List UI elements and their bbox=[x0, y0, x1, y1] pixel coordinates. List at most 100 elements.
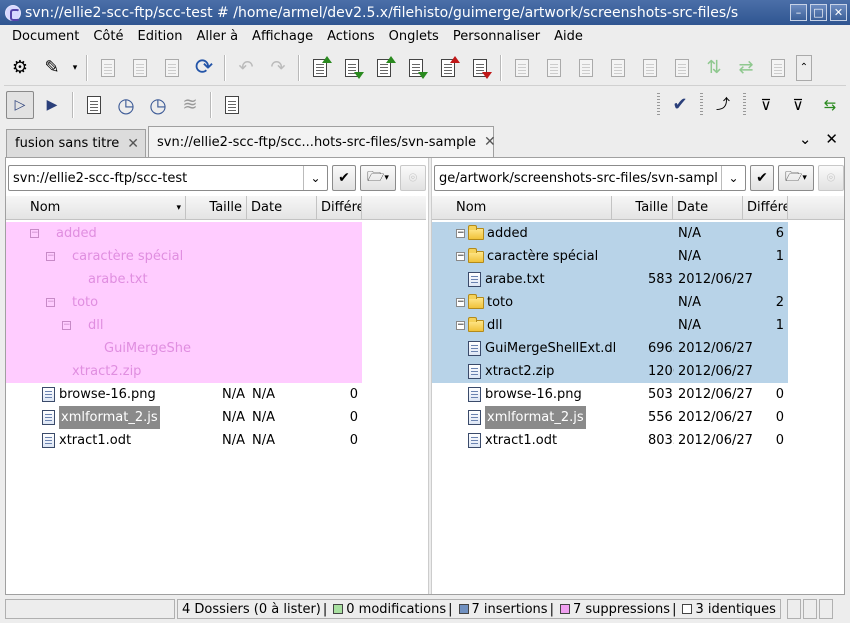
chevron-down-icon[interactable]: ⌄ bbox=[303, 166, 327, 190]
collapse-icon[interactable]: − bbox=[30, 229, 39, 238]
minimize-button[interactable]: – bbox=[790, 4, 807, 21]
prev-diff-button[interactable] bbox=[370, 54, 398, 82]
toolbar-grip[interactable] bbox=[700, 93, 703, 117]
tree-row[interactable]: xtract1.odt 8032 2012/06/27 0 bbox=[432, 429, 788, 452]
tree-row[interactable]: − added N/A 6 bbox=[432, 222, 788, 245]
last-diff-button[interactable] bbox=[338, 54, 366, 82]
menu-personnaliser[interactable]: Personnaliser bbox=[446, 29, 547, 44]
parent-folder-button[interactable]: ⤴ bbox=[709, 91, 737, 119]
tree-row[interactable]: xtract2.zip bbox=[6, 360, 362, 383]
close-tab-icon[interactable]: ✕ bbox=[484, 134, 496, 150]
merge-button[interactable] bbox=[636, 54, 664, 82]
close-tab-icon[interactable]: ✕ bbox=[127, 136, 139, 152]
left-path-input[interactable] bbox=[9, 167, 303, 189]
wizard-button[interactable]: ✎ bbox=[38, 54, 66, 82]
toolbar-grip[interactable] bbox=[657, 93, 660, 117]
tree-row[interactable]: xtract2.zip 1206 2012/06/27 bbox=[432, 360, 788, 383]
title-bar[interactable]: svn://ellie2-scc-ftp/scc-test # /home/ar… bbox=[0, 0, 850, 25]
tree-row[interactable]: browse-16.png 503 2012/06/27 0 bbox=[432, 383, 788, 406]
right-glasses-button[interactable]: ⌾ bbox=[818, 165, 844, 191]
column-date-header[interactable]: Date bbox=[673, 196, 743, 220]
column-diff-header[interactable]: Différe bbox=[317, 196, 362, 220]
collapse-icon[interactable]: − bbox=[46, 298, 55, 307]
collapse-icon[interactable]: − bbox=[456, 298, 465, 307]
first-diff-button[interactable] bbox=[306, 54, 334, 82]
tree-row[interactable]: − added bbox=[6, 222, 362, 245]
right-validate-button[interactable]: ✔ bbox=[750, 165, 774, 191]
merge-all-button[interactable] bbox=[668, 54, 696, 82]
tree-row[interactable]: xtract1.odt N/A N/A 0 bbox=[6, 429, 362, 452]
copy-right-button[interactable] bbox=[540, 54, 568, 82]
history-compare-button[interactable]: ◷ bbox=[144, 91, 172, 119]
left-glasses-button[interactable]: ⌾ bbox=[400, 165, 426, 191]
tab-list-icon[interactable]: ⌄ bbox=[799, 130, 812, 148]
tree-row[interactable]: arabe.txt bbox=[6, 268, 362, 291]
tree-row[interactable]: − caractère spécial N/A 1 bbox=[432, 245, 788, 268]
copy-all-left-button[interactable] bbox=[572, 54, 600, 82]
undo-button[interactable]: ↶ bbox=[232, 54, 260, 82]
move-button[interactable]: ⇅ bbox=[700, 54, 728, 82]
left-validate-button[interactable]: ✔ bbox=[332, 165, 356, 191]
menu-cote[interactable]: Côté bbox=[86, 29, 130, 44]
tab-fusion-sans-titre[interactable]: fusion sans titre ✕ bbox=[6, 129, 146, 157]
tree-row[interactable]: browse-16.png N/A N/A 0 bbox=[6, 383, 362, 406]
tree-row[interactable]: − toto N/A 2 bbox=[432, 291, 788, 314]
left-browse-button[interactable]: 🗁 ▾ bbox=[360, 165, 396, 191]
maximize-button[interactable]: □ bbox=[810, 4, 827, 21]
tree-row[interactable]: xmlformat_2.js 556 2012/06/27 0 bbox=[432, 406, 788, 429]
delete-button[interactable] bbox=[764, 54, 792, 82]
collapse-icon[interactable]: − bbox=[456, 321, 465, 330]
history-button[interactable]: ◷ bbox=[112, 91, 140, 119]
column-size-header[interactable]: Taille bbox=[612, 196, 673, 220]
redo-button[interactable]: ↷ bbox=[264, 54, 292, 82]
save-as-button[interactable] bbox=[158, 54, 186, 82]
wizard-dropdown[interactable]: ▾ bbox=[70, 54, 80, 82]
refresh-button[interactable]: ⟳ bbox=[190, 54, 218, 82]
sync-button[interactable]: ≋ bbox=[176, 91, 204, 119]
collapse-icon[interactable]: − bbox=[62, 321, 71, 330]
column-name-header[interactable]: Nom bbox=[432, 196, 612, 220]
right-path-combo[interactable]: ⌄ bbox=[434, 165, 746, 191]
save-button[interactable] bbox=[94, 54, 122, 82]
next-conflict-button[interactable] bbox=[466, 54, 494, 82]
filter-button[interactable]: ⊽ bbox=[752, 91, 780, 119]
tab-svn-sample[interactable]: svn://ellie2-scc-ftp/scc...hots-src-file… bbox=[148, 126, 496, 157]
next-diff-button[interactable] bbox=[402, 54, 430, 82]
copy-all-right-button[interactable] bbox=[604, 54, 632, 82]
menu-edition[interactable]: Edition bbox=[131, 29, 190, 44]
tree-row[interactable]: GuiMergeShe bbox=[6, 337, 362, 360]
close-all-tabs-icon[interactable]: ✕ bbox=[825, 130, 838, 148]
menu-actions[interactable]: Actions bbox=[320, 29, 382, 44]
menu-document[interactable]: Document bbox=[5, 29, 86, 44]
tree-row[interactable]: − caractère spécial bbox=[6, 245, 362, 268]
prev-conflict-button[interactable] bbox=[434, 54, 462, 82]
tree-row[interactable]: GuiMergeShellExt.dl 69632 2012/06/27 bbox=[432, 337, 788, 360]
column-size-header[interactable]: Taille bbox=[186, 196, 247, 220]
column-diff-header[interactable]: Différe bbox=[743, 196, 788, 220]
move-all-button[interactable]: ⇄ bbox=[732, 54, 760, 82]
close-button[interactable]: ✕ bbox=[830, 4, 847, 21]
menu-affichage[interactable]: Affichage bbox=[245, 29, 320, 44]
toolbar-overflow-button[interactable]: ⌃ bbox=[796, 54, 812, 81]
tree-row[interactable]: xmlformat_2.js N/A N/A 0 bbox=[6, 406, 362, 429]
compare-mode-button[interactable]: ▷ bbox=[6, 91, 34, 119]
collapse-icon[interactable]: − bbox=[456, 252, 465, 261]
properties-button[interactable] bbox=[218, 91, 246, 119]
right-browse-button[interactable]: 🗁 ▾ bbox=[778, 165, 814, 191]
menu-aller-a[interactable]: Aller à bbox=[189, 29, 245, 44]
menu-onglets[interactable]: Onglets bbox=[382, 29, 446, 44]
collapse-icon[interactable]: − bbox=[46, 252, 55, 261]
tree-row[interactable]: − toto bbox=[6, 291, 362, 314]
tree-row[interactable]: − dll bbox=[6, 314, 362, 337]
right-path-input[interactable] bbox=[435, 167, 721, 189]
save-all-button[interactable] bbox=[126, 54, 154, 82]
column-name-header[interactable]: Nom ▾ bbox=[6, 196, 186, 220]
folder-mode-button[interactable]: ▶ bbox=[38, 91, 66, 119]
left-path-combo[interactable]: ⌄ bbox=[8, 165, 328, 191]
tree-row[interactable]: arabe.txt 583 2012/06/27 bbox=[432, 268, 788, 291]
report-button[interactable] bbox=[80, 91, 108, 119]
filter-edit-button[interactable]: ⊽ bbox=[784, 91, 812, 119]
copy-left-button[interactable] bbox=[508, 54, 536, 82]
menu-aide[interactable]: Aide bbox=[547, 29, 590, 44]
column-date-header[interactable]: Date bbox=[247, 196, 317, 220]
